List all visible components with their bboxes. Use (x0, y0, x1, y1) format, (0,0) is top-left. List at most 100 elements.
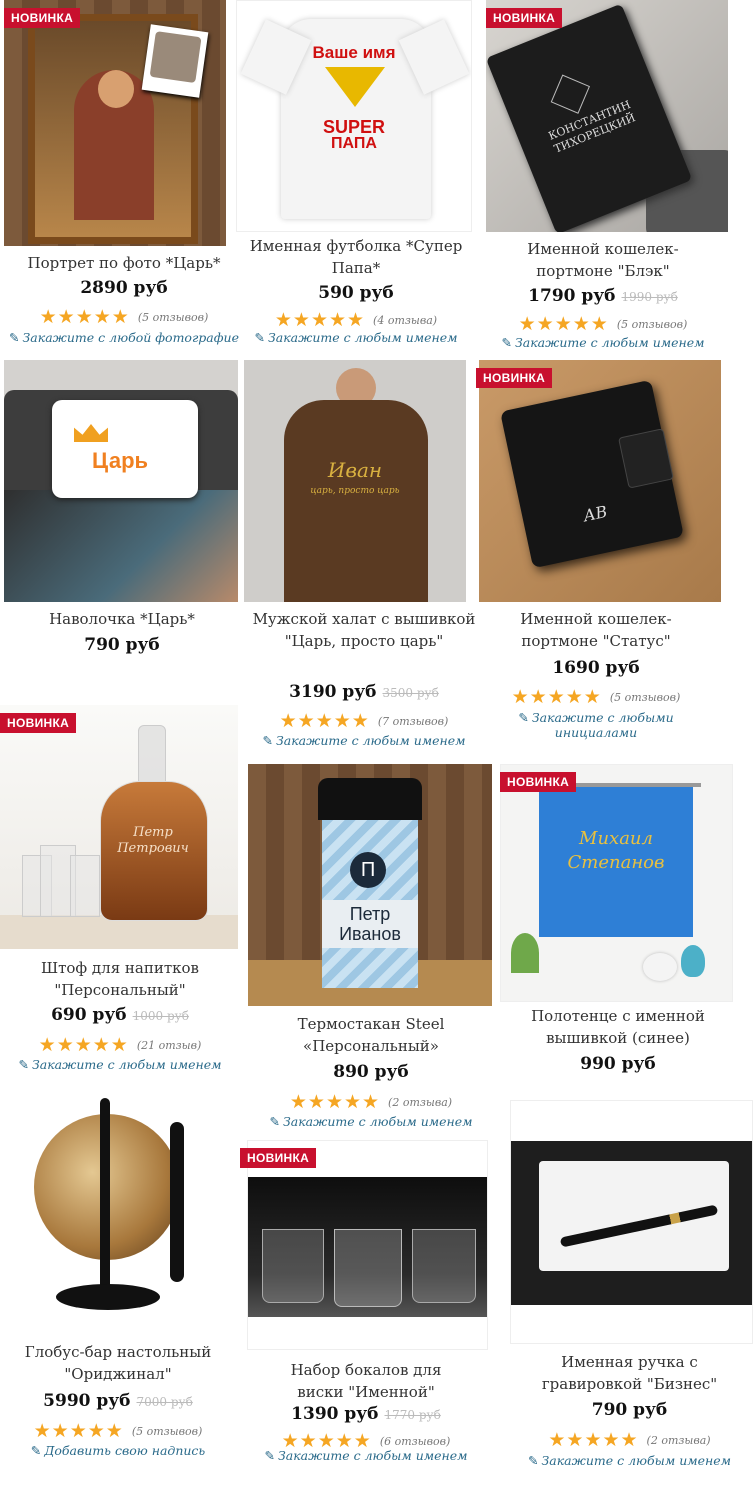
product-image[interactable] (247, 1140, 488, 1350)
personalize-text: Закажите с любым именем (31, 1057, 222, 1072)
product-title[interactable]: Штоф для напитков "Персональный" (0, 957, 240, 1001)
rating[interactable]: ★★★★★ (5 отзывов) (4, 306, 244, 328)
product-title[interactable]: Мужской халат с вышивкой "Царь, просто ц… (240, 608, 488, 652)
old-price: 1770 руб (384, 1408, 441, 1422)
new-badge: НОВИНКА (486, 8, 563, 28)
rating[interactable]: ★★★★★ (2 отзыва) (506, 1429, 753, 1451)
personalize-text: Закажите с любым именем (275, 733, 466, 748)
product-image[interactable]: Михаил Степанов (500, 764, 733, 1002)
rating[interactable]: ★★★★★ (21 отзыв) (0, 1034, 240, 1056)
product-card[interactable]: Царь Наволочка *Царь* 790 руб (4, 360, 240, 660)
reviews-count: (2 отзыва) (388, 1096, 453, 1109)
product-card[interactable]: НОВИНКА Набор бокалов для виски "Именной… (240, 1140, 492, 1475)
product-title[interactable]: Именная футболка *Супер Папа* (236, 235, 476, 279)
tshirt-papa-text: ПАПА (331, 135, 377, 152)
product-image[interactable]: Ваше имя SUPER ПАПА (236, 0, 472, 232)
product-image[interactable]: П Петр Иванов (248, 764, 492, 1006)
product-image[interactable] (0, 1092, 234, 1336)
product-image[interactable]: Царь (4, 360, 238, 602)
wallet-initials: АВ (581, 501, 609, 526)
product-image[interactable] (510, 1100, 753, 1344)
personalize-link[interactable]: ✎ Закажите с любой фотографие (4, 330, 244, 345)
product-image[interactable]: КОНСТАНТИН ТИХОРЕЦКИЙ (486, 0, 728, 232)
personalize-link[interactable]: ✎ Закажите с любым именем (236, 330, 476, 345)
personalize-link[interactable]: ✎ Закажите с любым именем (0, 1057, 240, 1072)
old-price: 7000 руб (136, 1395, 193, 1409)
product-image[interactable]: Петр Петрович (0, 705, 238, 949)
product-image[interactable]: Иван царь, просто царь (244, 360, 466, 602)
product-card[interactable]: Михаил Степанов НОВИНКА Полотенце с имен… (500, 764, 736, 1084)
reviews-count: (2 отзыва) (646, 1434, 711, 1447)
personalize-link[interactable]: ✎ Закажите с любыми инициалами (476, 710, 716, 740)
personalize-link[interactable]: ✎ Закажите с любым именем (248, 1114, 494, 1129)
product-title[interactable]: Набор бокалов для виски "Именной" (240, 1359, 492, 1403)
pencil-icon: ✎ (527, 1453, 539, 1468)
product-image[interactable]: АВ (479, 360, 721, 602)
star-rating-icon: ★★★★★ (289, 1091, 381, 1113)
product-card[interactable]: Петр Петрович НОВИНКА Штоф для напитков … (0, 705, 240, 1075)
product-title[interactable]: Портрет по фото *Царь* (4, 252, 244, 274)
star-rating-icon: ★★★★★ (279, 710, 370, 732)
pencil-icon: ✎ (518, 710, 529, 725)
rating[interactable]: ★★★★★ (4 отзыва) (236, 309, 476, 331)
price-value: 2890 руб (80, 278, 168, 298)
personalize-text: Закажите с любой фотографие (22, 330, 239, 345)
product-card[interactable]: КОНСТАНТИН ТИХОРЕЦКИЙ НОВИНКА Именной ко… (478, 0, 728, 355)
price-value: 990 руб (580, 1054, 656, 1074)
product-price: 1790 руб 1990 руб (478, 286, 728, 306)
product-card[interactable]: Иван царь, просто царь Мужской халат с в… (240, 360, 488, 752)
robe-subtext: царь, просто царь (310, 486, 400, 496)
towel-name: Михаил Степанов (567, 828, 665, 873)
product-title[interactable]: Именная ручка с гравировкой "Бизнес" (506, 1351, 753, 1395)
product-title[interactable]: Именной кошелек-портмоне "Статус" (476, 608, 716, 652)
personalize-text: Закажите с любым именем (267, 330, 458, 345)
product-title[interactable]: Наволочка *Царь* (4, 608, 240, 630)
new-badge: НОВИНКА (476, 368, 553, 388)
decanter-engraving: Петр Петрович (117, 825, 189, 856)
new-badge: НОВИНКА (4, 8, 81, 28)
personalize-link[interactable]: ✎ Закажите с любым именем (240, 733, 488, 748)
product-title[interactable]: Глобус-бар настольный "Ориджинал" (0, 1341, 236, 1385)
personalize-link[interactable]: ✎ Закажите с любым именем (506, 1453, 753, 1468)
reviews-count: (7 отзывов) (377, 715, 449, 728)
product-price: 890 руб (248, 1062, 494, 1082)
product-image[interactable] (4, 0, 226, 246)
price-value: 590 руб (318, 283, 394, 303)
personalize-text: Закажите с любым именем (541, 1453, 732, 1468)
thermos-letter: П (350, 852, 386, 888)
product-card[interactable]: Глобус-бар настольный "Ориджинал" 5990 р… (0, 1092, 236, 1468)
product-title[interactable]: Термостакан Steel «Персональный» (248, 1013, 494, 1057)
reviews-count: (5 отзывов) (609, 691, 681, 704)
rating[interactable]: ★★★★★ (5 отзывов) (476, 686, 716, 708)
product-card[interactable]: Ваше имя SUPER ПАПА Именная футболка *Су… (236, 0, 476, 352)
product-card[interactable]: НОВИНКА Портрет по фото *Царь* 2890 руб … (4, 0, 244, 352)
personalize-text: Закажите с любыми инициалами (531, 710, 674, 740)
product-price: 590 руб (236, 283, 476, 303)
personalize-text: Закажите с любым именем (282, 1114, 473, 1129)
product-card[interactable]: АВ НОВИНКА Именной кошелек-портмоне "Ста… (476, 360, 721, 740)
personalize-link[interactable]: ✎ Закажите с любым именем (478, 335, 728, 350)
product-price: 1390 руб 1770 руб (240, 1404, 492, 1424)
product-title[interactable]: Именной кошелек-портмоне "Блэк" (478, 238, 728, 282)
product-price: 3190 руб 3500 руб (240, 682, 488, 702)
personalize-link[interactable]: ✎ Добавить свою надпись (0, 1443, 236, 1458)
new-badge: НОВИНКА (0, 713, 77, 733)
product-price: 690 руб 1000 руб (0, 1005, 240, 1025)
reviews-count: (5 отзывов) (137, 311, 209, 324)
pencil-icon: ✎ (264, 1448, 275, 1463)
rating[interactable]: ★★★★★ (5 отзывов) (478, 313, 728, 335)
star-rating-icon: ★★★★★ (39, 306, 130, 328)
pencil-icon: ✎ (254, 330, 265, 345)
rating[interactable]: ★★★★★ (2 отзыва) (248, 1091, 494, 1113)
personalize-link[interactable]: ✎ Закажите с любым именем (240, 1448, 492, 1463)
rating[interactable]: ★★★★★ (7 отзывов) (240, 710, 488, 732)
product-title[interactable]: Полотенце с именной вышивкой (синее) (500, 1005, 736, 1049)
reviews-count: (6 отзывов) (379, 1435, 451, 1448)
price-value: 5990 руб (43, 1391, 131, 1411)
product-card[interactable]: Именная ручка с гравировкой "Бизнес" 790… (506, 1100, 753, 1480)
robe-name: Иван (327, 458, 383, 482)
rating[interactable]: ★★★★★ (5 отзывов) (0, 1420, 236, 1442)
old-price: 1990 руб (621, 290, 678, 304)
product-card[interactable]: П Петр Иванов Термостакан Steel «Персона… (248, 764, 494, 1136)
pencil-icon: ✎ (501, 335, 512, 350)
